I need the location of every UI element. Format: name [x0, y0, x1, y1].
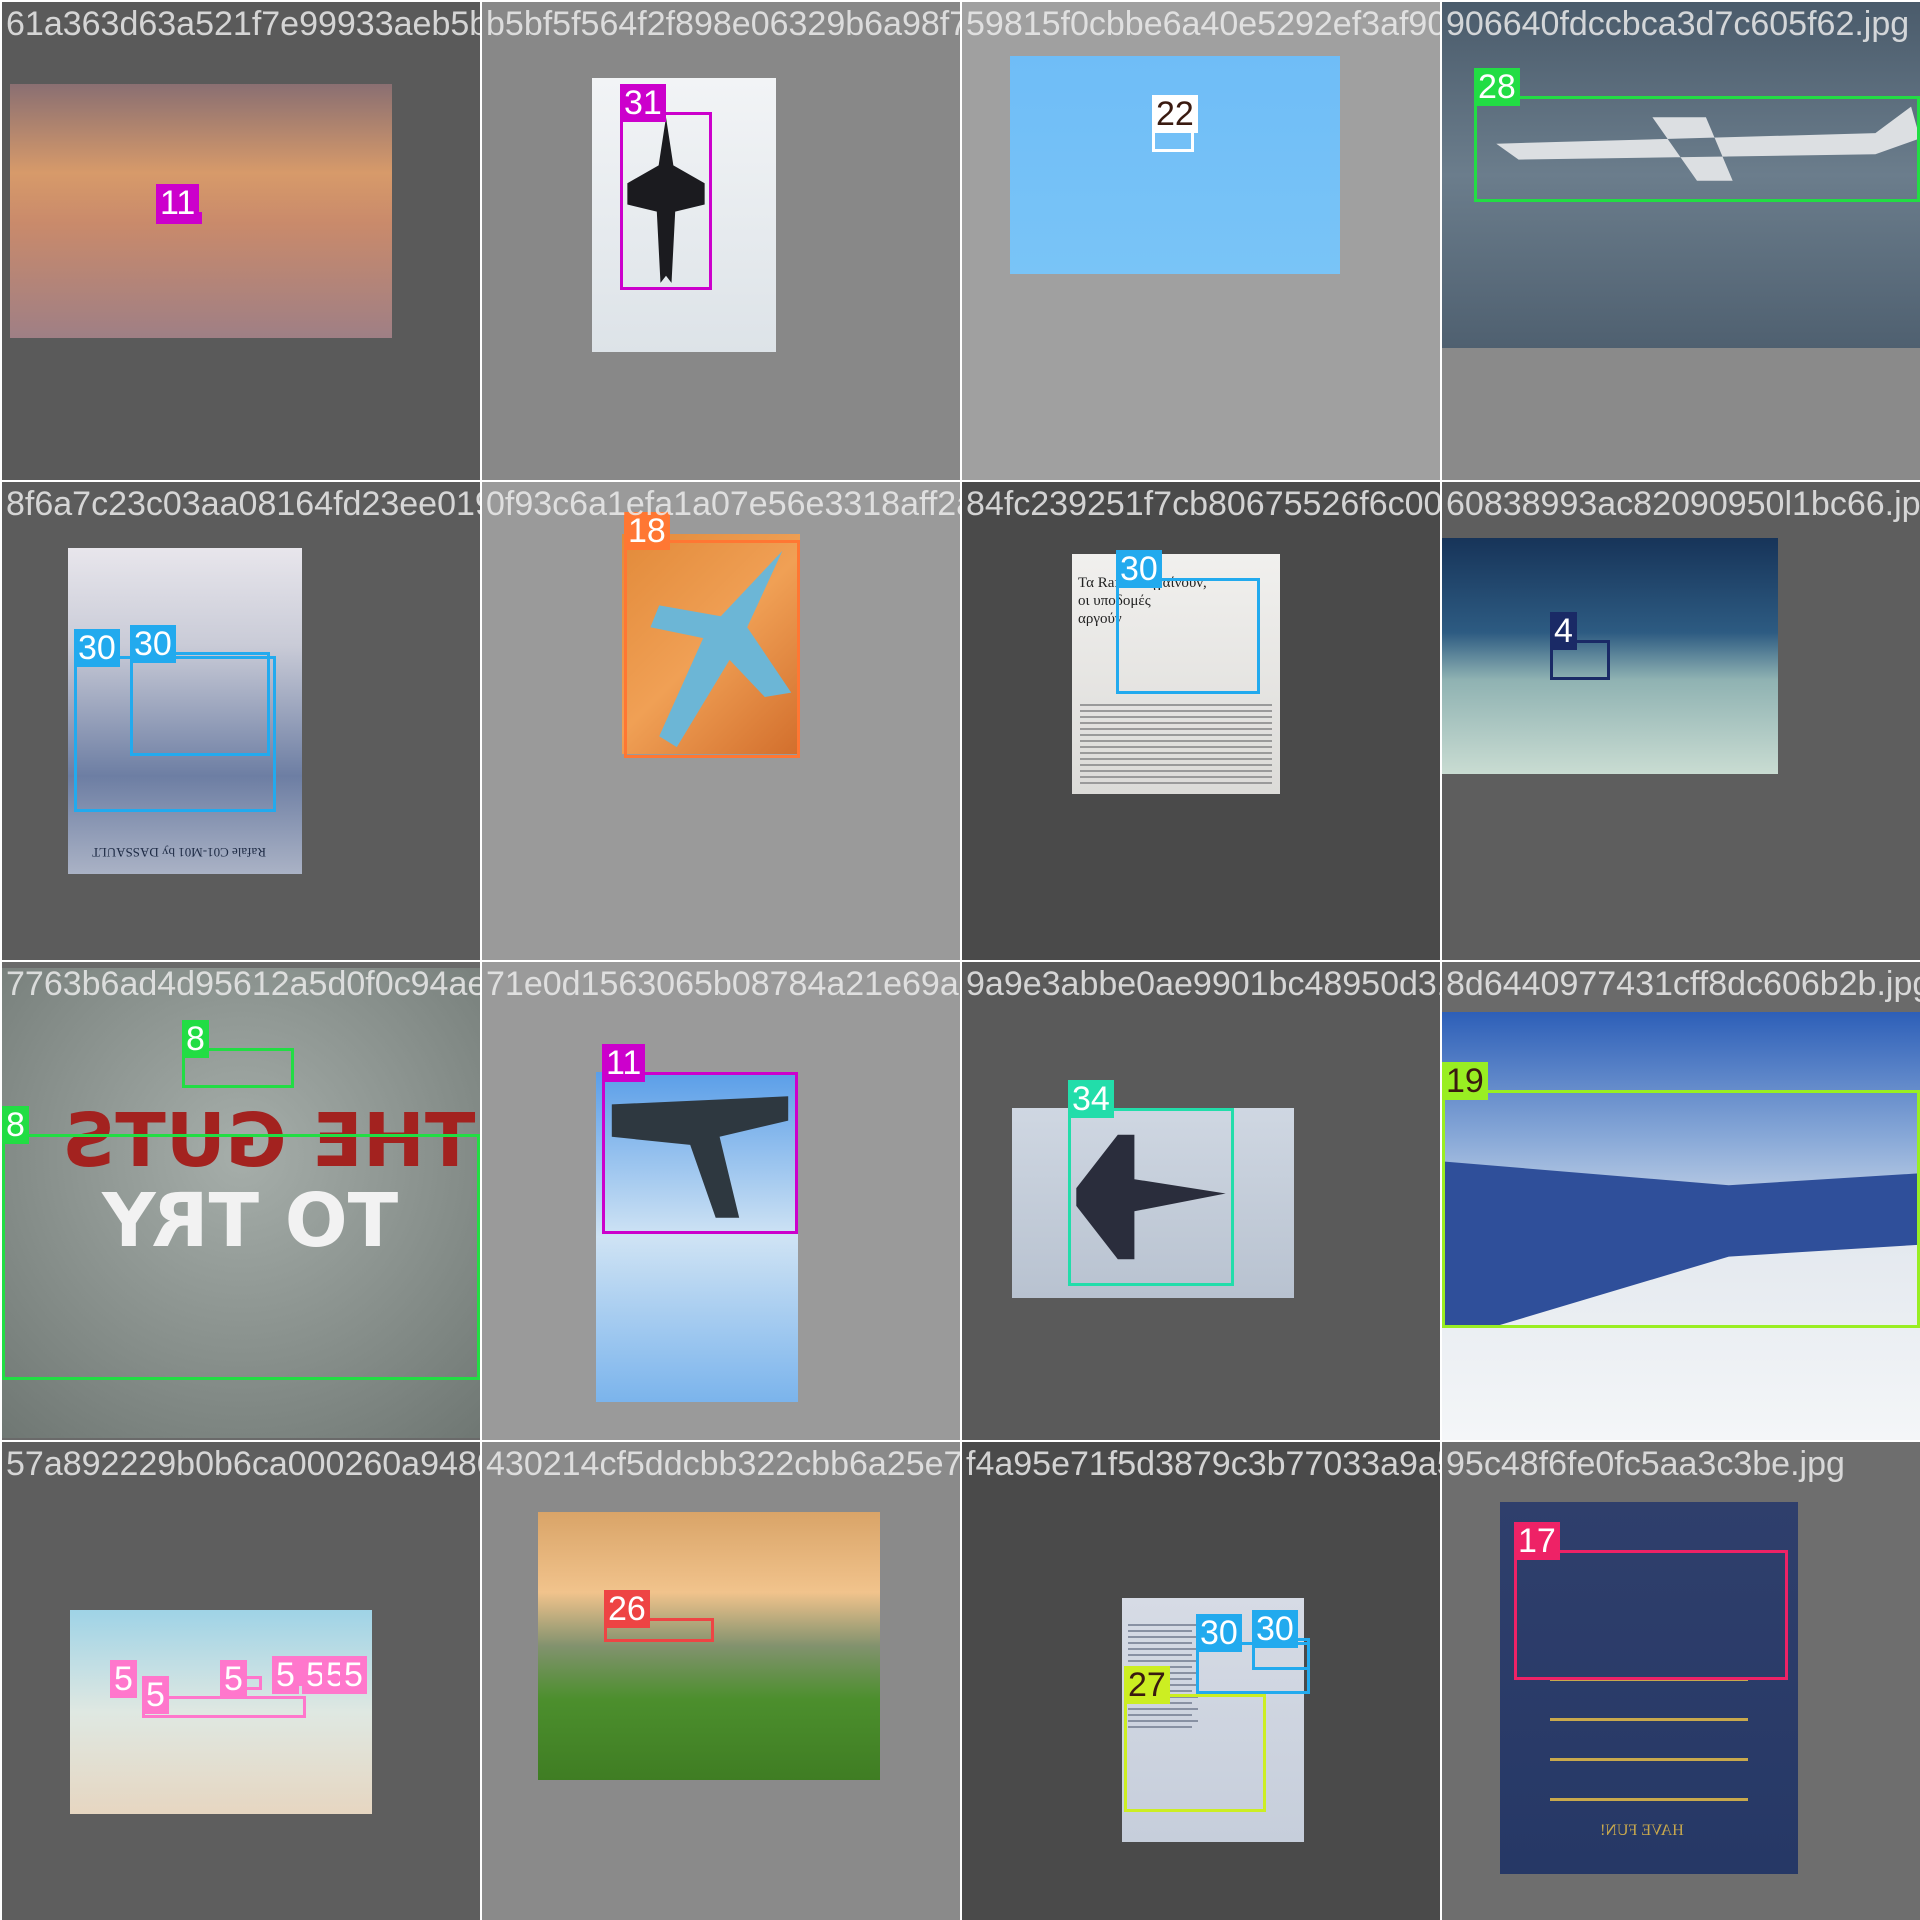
detection-box[interactable] — [1474, 96, 1920, 202]
grid-tile[interactable]: 11 61a363d63a521f7e99933aeb5b7524594.jpg — [2, 2, 480, 480]
detection-label: 31 — [620, 84, 666, 122]
text-column-line — [1128, 1630, 1192, 1632]
text-column-line — [1080, 734, 1272, 736]
text-column-line — [1080, 716, 1272, 718]
detection-label: 34 — [1068, 1080, 1114, 1118]
detection-label: 8 — [182, 1020, 209, 1058]
text-column-line — [1080, 782, 1272, 784]
tile-filename: 71e0d1563065b08784a21e69a93abbe.jpg — [486, 965, 960, 1003]
flyer-text-line — [1550, 1798, 1748, 1801]
text-column-line — [1128, 1624, 1198, 1626]
tile-filename: f4a95e71f5d3879c3b77033a9a54831844.jpg — [966, 1445, 1440, 1483]
text-column-line — [1080, 752, 1272, 754]
grid-tile[interactable]: THE GUTS TO TRY 8 8 7763b6ad4d95612a5d0f0c94… — [2, 962, 480, 1440]
text-column-line — [1080, 746, 1272, 748]
detection-label: 19 — [1442, 1062, 1488, 1100]
image-grid: 1161a363d63a521f7e99933aeb5b7524594.jpg3… — [0, 0, 1920, 1920]
detection-box[interactable] — [624, 540, 800, 758]
text-column-line — [1080, 710, 1272, 712]
tile-filename: 8f6a7c23c03aa08164fd23ee0195508d.jpg — [6, 485, 480, 523]
text-column-line — [1080, 764, 1272, 766]
grid-tile[interactable]: 34 9a9e3abbe0ae9901bc48950d314d877.jpg — [962, 962, 1440, 1440]
text-column-line — [1128, 1648, 1198, 1650]
flyer-footer: HAVE FUN! — [1600, 1822, 1684, 1839]
thumbnail-image — [1442, 538, 1778, 774]
tile-filename: 84fc239251f7cb80675526f6c0083900.jpg — [966, 485, 1440, 523]
tile-filename: 60838993ac82090950l1bc66.jpg — [1446, 485, 1920, 523]
detection-label: 30 — [1196, 1614, 1242, 1652]
detection-box[interactable] — [602, 1072, 798, 1234]
text-column-line — [1080, 770, 1272, 772]
text-column-line — [1080, 758, 1272, 760]
text-column-line — [1080, 728, 1272, 730]
detection-box[interactable] — [620, 112, 712, 290]
thumbnail-image — [538, 1512, 880, 1780]
tile-filename: 430214cf5ddcbb322cbb6a25e7f5d.jpg — [486, 1445, 960, 1483]
grid-tile[interactable]: 31 b5bf5f564f2f898e06329b6a98f7c3b.jpg — [482, 2, 960, 480]
tile-filename: 0f93c6a1efa1a07e56e3318aff2a85201.jpg — [486, 485, 960, 523]
flyer-text-line — [1550, 1718, 1748, 1721]
tile-filename: 57a892229b0b6ca000260a9480149cf75.jpg — [6, 1445, 480, 1483]
grid-tile[interactable]: 28 906640fdccbca3d7c605f62.jpg — [1442, 2, 1920, 480]
text-column-line — [1080, 704, 1272, 706]
thumbnail-image — [1010, 56, 1340, 274]
detection-label: 11 — [156, 184, 200, 222]
tile-filename: 906640fdccbca3d7c605f62.jpg — [1446, 5, 1910, 43]
grid-tile[interactable]: 26 430214cf5ddcbb322cbb6a25e7f5d.jpg — [482, 1442, 960, 1920]
detection-label: 5 — [110, 1660, 137, 1698]
grid-tile[interactable]: 19 8d6440977431cff8dc606b2b.jpg — [1442, 962, 1920, 1440]
detection-label: 22 — [1152, 95, 1198, 133]
text-column-line — [1128, 1654, 1192, 1656]
tile-filename: b5bf5f564f2f898e06329b6a98f7c3b.jpg — [486, 5, 960, 43]
detection-label: 5 — [272, 1656, 299, 1694]
text-column-line — [1128, 1660, 1198, 1662]
detection-box[interactable] — [2, 1134, 480, 1380]
grid-tile[interactable]: 30 30 27 f4a95e71f5d3879c3b77033a9a54831844… — [962, 1442, 1440, 1920]
tile-filename: 7763b6ad4d95612a5d0f0c94ae0b376f.jpg — [6, 965, 480, 1003]
detection-box[interactable] — [1116, 578, 1260, 694]
detection-label: 11 — [602, 1044, 646, 1082]
tile-filename: 9a9e3abbe0ae9901bc48950d314d877.jpg — [966, 965, 1440, 1003]
detection-box[interactable] — [1442, 1090, 1920, 1328]
grid-tile[interactable]: 555555557a892229b0b6ca000260a9480149cf75… — [2, 1442, 480, 1920]
text-column-line — [1080, 740, 1272, 742]
detection-label: 30 — [1252, 1610, 1298, 1648]
text-column-line — [1128, 1642, 1192, 1644]
detection-box[interactable] — [1068, 1108, 1234, 1286]
detection-label: 30 — [130, 625, 176, 663]
detection-label: 17 — [1514, 1522, 1560, 1560]
grid-tile[interactable]: 4 60838993ac82090950l1bc66.jpg — [1442, 482, 1920, 960]
grid-tile[interactable]: 22 59815f0cbbe6a40e5292ef3af9068f4fb.jpg — [962, 2, 1440, 480]
detection-label: 30 — [74, 629, 120, 667]
detection-label: 27 — [1124, 1666, 1170, 1704]
text-column-line — [1128, 1636, 1198, 1638]
detection-box[interactable] — [1124, 1694, 1266, 1812]
grid-tile[interactable]: HAVE FUN! 17 95c48f6fe0fc5aa3c3be.jpg — [1442, 1442, 1920, 1920]
detection-label: 5 — [340, 1656, 367, 1694]
tile-filename: 61a363d63a521f7e99933aeb5b7524594.jpg — [6, 5, 480, 43]
detection-box[interactable] — [130, 652, 270, 756]
tile-filename: 95c48f6fe0fc5aa3c3be.jpg — [1446, 1445, 1845, 1483]
grid-tile[interactable]: Rafale C01-M01 by DASSAULT 30 30 8f6a7c23c0… — [2, 482, 480, 960]
flyer-text-line — [1550, 1758, 1748, 1761]
detection-label: 5 — [220, 1660, 247, 1698]
detection-label: 30 — [1116, 550, 1162, 588]
poster-caption: Rafale C01-M01 by DASSAULT — [92, 845, 266, 860]
tile-filename: 59815f0cbbe6a40e5292ef3af9068f4fb.jpg — [966, 5, 1440, 43]
detection-label: 28 — [1474, 68, 1520, 106]
thumbnail-image — [10, 84, 392, 338]
detection-label: 4 — [1550, 612, 1577, 650]
detection-label: 26 — [604, 1590, 650, 1628]
text-column-line — [1080, 722, 1272, 724]
grid-tile[interactable]: 180f93c6a1efa1a07e56e3318aff2a85201.jpg — [482, 482, 960, 960]
detection-label: 8 — [2, 1106, 29, 1144]
grid-tile[interactable]: Τα Rafale πηγαίνουν, οι υποδομές αργούν3… — [962, 482, 1440, 960]
text-column-line — [1080, 776, 1272, 778]
detection-label: 5 — [142, 1676, 169, 1714]
detection-box[interactable] — [1514, 1550, 1788, 1680]
grid-tile[interactable]: 11 71e0d1563065b08784a21e69a93abbe.jpg — [482, 962, 960, 1440]
tile-filename: 8d6440977431cff8dc606b2b.jpg — [1446, 965, 1920, 1003]
